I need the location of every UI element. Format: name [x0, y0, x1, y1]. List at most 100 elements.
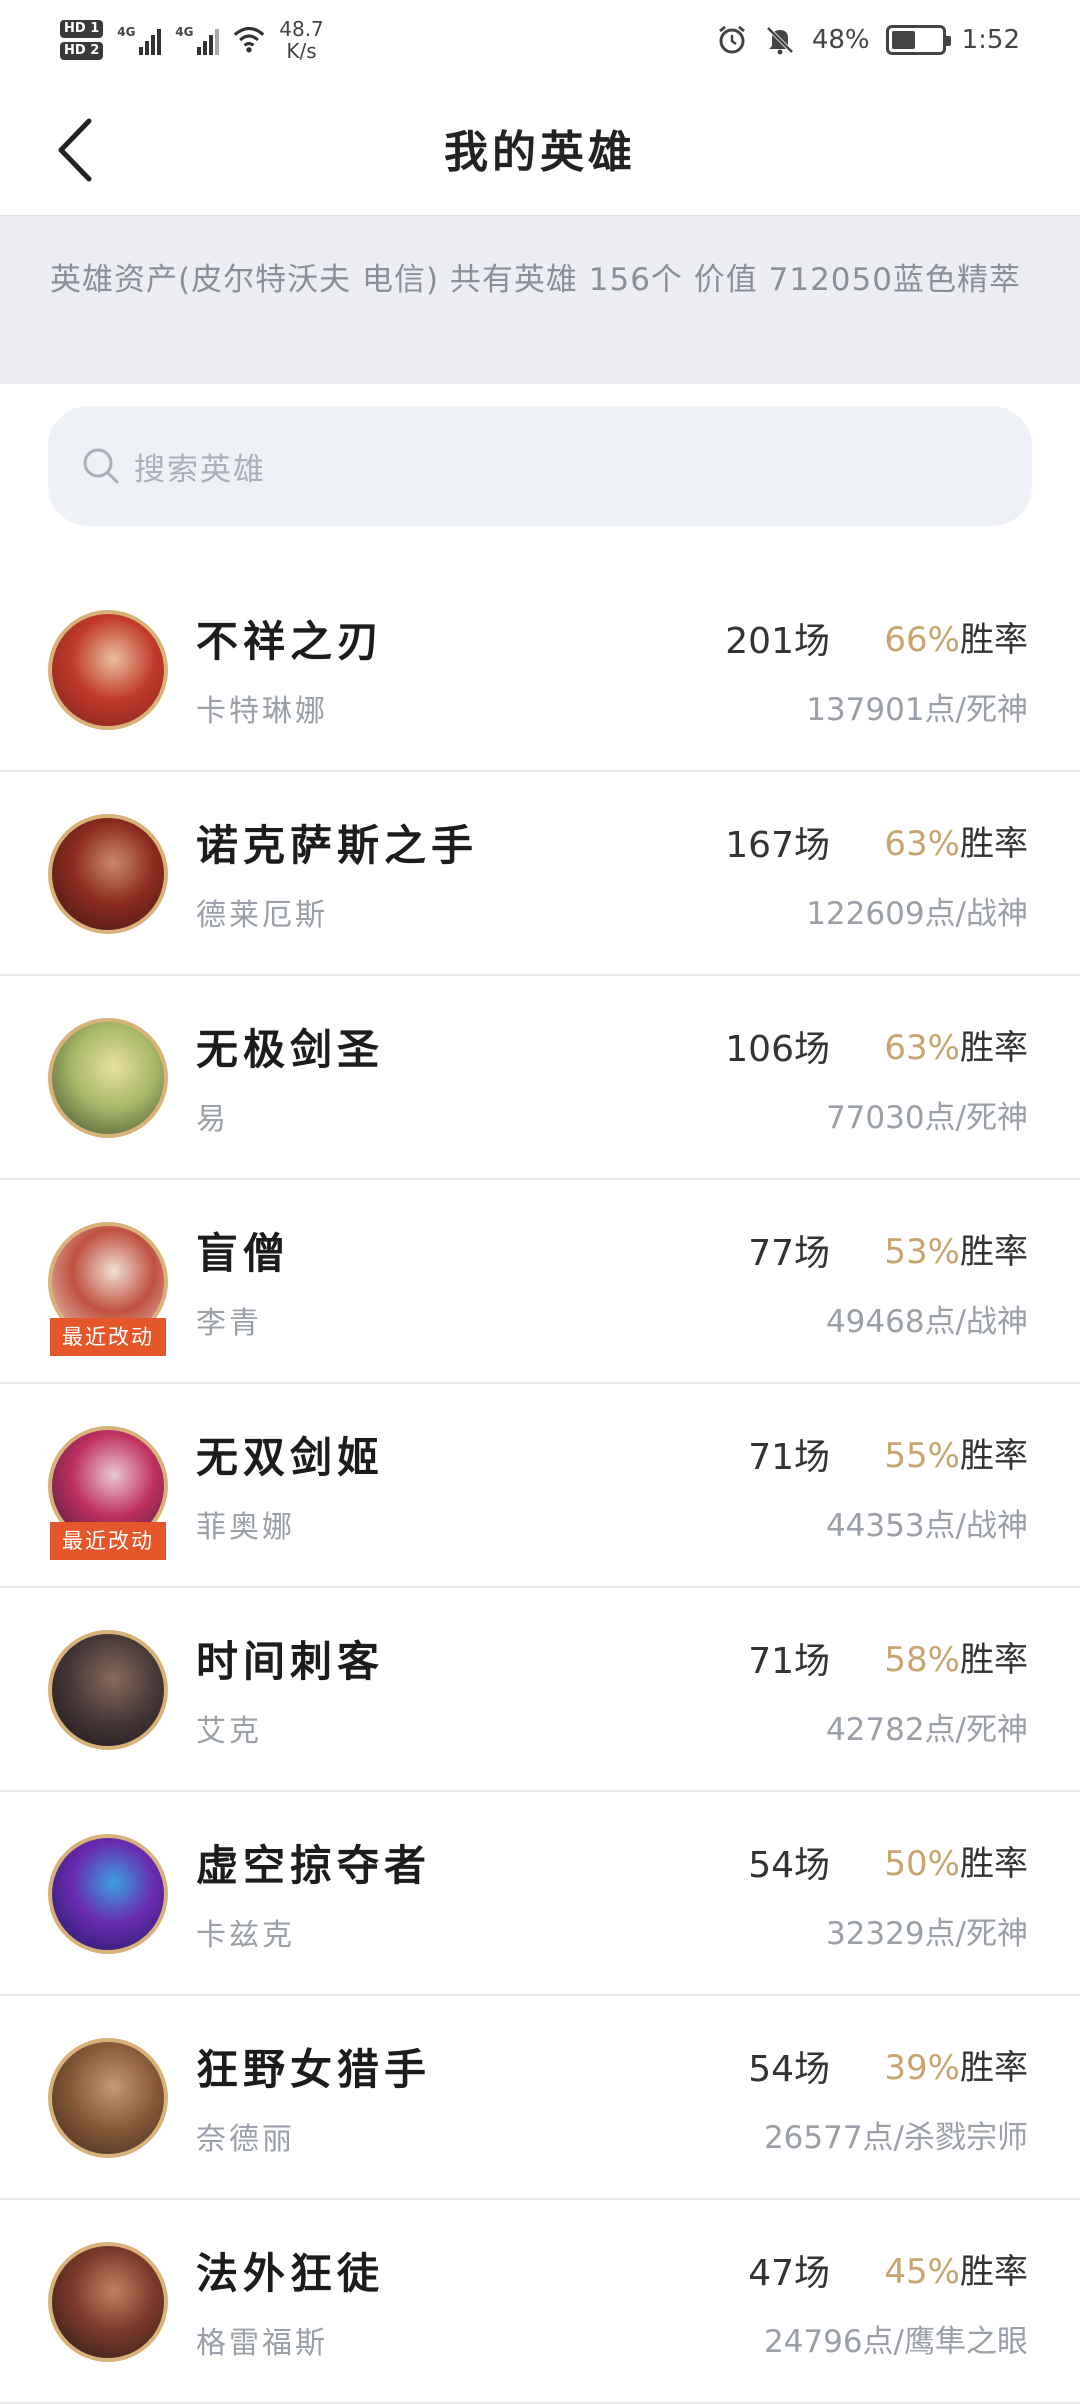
win-rate: 55%胜率: [884, 1428, 1028, 1477]
champion-name: 卡兹克: [196, 1918, 295, 1953]
champion-name: 奈德丽: [196, 2122, 295, 2157]
hero-avatar: [48, 1630, 168, 1750]
hero-row[interactable]: 不祥之刃 卡特琳娜 201场 66%胜率 137901点/死神: [0, 568, 1080, 772]
win-rate-value: 58%: [884, 1640, 960, 1680]
win-rate: 53%胜率: [884, 1224, 1028, 1273]
mastery-points: 122609点/战神: [806, 896, 1028, 932]
hero-row[interactable]: 最近改动 盲僧 李青 77场 53%胜率 49468点/战神: [0, 1180, 1080, 1384]
win-rate-label: 胜率: [960, 1640, 1028, 1680]
asset-summary-banner: 英雄资产(皮尔特沃夫 电信) 共有英雄 156个 价值 712050蓝色精萃: [0, 216, 1080, 384]
games-played: 54场: [748, 1845, 830, 1886]
win-rate-value: 39%: [884, 2048, 960, 2088]
search-placeholder: 搜索英雄: [134, 451, 266, 488]
hero-title: 诺克萨斯之手: [196, 821, 479, 870]
win-rate-label: 胜率: [960, 1232, 1028, 1272]
win-rate: 58%胜率: [884, 1632, 1028, 1681]
network-type-2: 4G: [175, 25, 194, 39]
hero-title: 时间刺客: [196, 1637, 385, 1686]
hero-avatar-wrap: [48, 1834, 168, 1954]
win-rate-label: 胜率: [960, 1028, 1028, 1068]
hero-row[interactable]: 时间刺客 艾克 71场 58%胜率 42782点/死神: [0, 1588, 1080, 1792]
signal-icon-2: 4G: [175, 25, 220, 55]
hero-title: 盲僧: [196, 1229, 291, 1278]
games-played: 71场: [748, 1641, 830, 1682]
win-rate-label: 胜率: [960, 1844, 1028, 1884]
hero-avatar: [48, 1018, 168, 1138]
mastery-points: 49468点/战神: [825, 1304, 1028, 1340]
network-type-1: 4G: [117, 25, 136, 39]
hero-title: 无极剑圣: [196, 1025, 385, 1074]
alarm-icon: [718, 25, 745, 54]
mastery-points: 32329点/死神: [825, 1916, 1028, 1952]
hero-avatar-wrap: 最近改动: [48, 1426, 168, 1560]
hero-avatar-wrap: [48, 1018, 168, 1138]
win-rate-label: 胜率: [960, 824, 1028, 864]
games-played: 167场: [725, 825, 830, 866]
win-rate-label: 胜率: [960, 2252, 1028, 2292]
games-played: 71场: [748, 1437, 830, 1478]
win-rate: 45%胜率: [884, 2244, 1028, 2293]
win-rate: 63%胜率: [884, 1020, 1028, 1069]
hero-row[interactable]: 最近改动 无双剑姬 菲奥娜 71场 55%胜率 44353点/战神: [0, 1384, 1080, 1588]
champion-name: 德莱厄斯: [196, 898, 328, 933]
champion-name: 格雷福斯: [196, 2326, 328, 2361]
hero-avatar-wrap: [48, 814, 168, 934]
back-button[interactable]: [40, 110, 110, 190]
win-rate-label: 胜率: [960, 2048, 1028, 2088]
hero-avatar: [48, 814, 168, 934]
wifi-icon: [234, 26, 265, 53]
recently-changed-badge: 最近改动: [50, 1522, 166, 1560]
win-rate-value: 50%: [884, 1844, 960, 1884]
games-played: 47场: [748, 2253, 830, 2294]
hero-avatar-wrap: [48, 1630, 168, 1750]
win-rate: 39%胜率: [884, 2040, 1028, 2089]
champion-name: 李青: [196, 1306, 262, 1341]
hd1-badge: HD 1: [60, 20, 104, 38]
win-rate-value: 53%: [884, 1232, 960, 1272]
champion-name: 易: [196, 1102, 229, 1137]
signal-icon-1: 4G: [117, 25, 162, 55]
hero-avatar-wrap: [48, 2038, 168, 2158]
games-played: 106场: [725, 1029, 830, 1070]
status-left: HD 1 HD 2 4G 4G 48.7 K/s: [60, 18, 324, 62]
battery-percent: 48%: [811, 25, 870, 55]
champion-name: 菲奥娜: [196, 1510, 295, 1545]
hero-title: 法外狂徒: [196, 2249, 385, 2298]
recently-changed-badge: 最近改动: [50, 1318, 166, 1356]
speed-value: 48.7: [279, 17, 324, 41]
mute-bell-icon: [766, 26, 794, 55]
champion-name: 卡特琳娜: [196, 694, 328, 729]
win-rate-value: 66%: [884, 620, 960, 660]
hero-row[interactable]: 诺克萨斯之手 德莱厄斯 167场 63%胜率 122609点/战神: [0, 772, 1080, 976]
status-right: 48% 1:52: [716, 24, 1020, 56]
hero-title: 不祥之刃: [196, 617, 385, 666]
win-rate: 50%胜率: [884, 1836, 1028, 1885]
win-rate-label: 胜率: [960, 1436, 1028, 1476]
champion-name: 艾克: [196, 1714, 262, 1749]
hd-indicators: HD 1 HD 2: [60, 20, 104, 60]
network-speed: 48.7 K/s: [279, 18, 324, 62]
hero-avatar-wrap: [48, 2242, 168, 2362]
mastery-points: 42782点/死神: [825, 1712, 1028, 1748]
win-rate: 63%胜率: [884, 816, 1028, 865]
mastery-points: 77030点/死神: [825, 1100, 1028, 1136]
mastery-points: 44353点/战神: [825, 1508, 1028, 1544]
search-input[interactable]: 搜索英雄: [48, 406, 1032, 526]
mastery-points: 24796点/鹰隼之眼: [763, 2324, 1028, 2360]
win-rate-label: 胜率: [960, 620, 1028, 660]
nav-bar: 我的英雄: [0, 80, 1080, 216]
hero-avatar-wrap: [48, 610, 168, 730]
games-played: 54场: [748, 2049, 830, 2090]
hero-avatar: [48, 1834, 168, 1954]
win-rate-value: 63%: [884, 824, 960, 864]
hero-row[interactable]: 法外狂徒 格雷福斯 47场 45%胜率 24796点/鹰隼之眼: [0, 2200, 1080, 2404]
hero-row[interactable]: 虚空掠夺者 卡兹克 54场 50%胜率 32329点/死神: [0, 1792, 1080, 1996]
hero-row[interactable]: 狂野女猎手 奈德丽 54场 39%胜率 26577点/杀戮宗师: [0, 1996, 1080, 2200]
hd2-badge: HD 2: [60, 42, 104, 60]
hero-avatar-wrap: 最近改动: [48, 1222, 168, 1356]
battery-icon: [885, 25, 951, 55]
hero-row[interactable]: 无极剑圣 易 106场 63%胜率 77030点/死神: [0, 976, 1080, 1180]
search-icon: [83, 448, 119, 484]
page-title: 我的英雄: [444, 126, 636, 178]
hero-avatar: [48, 610, 168, 730]
